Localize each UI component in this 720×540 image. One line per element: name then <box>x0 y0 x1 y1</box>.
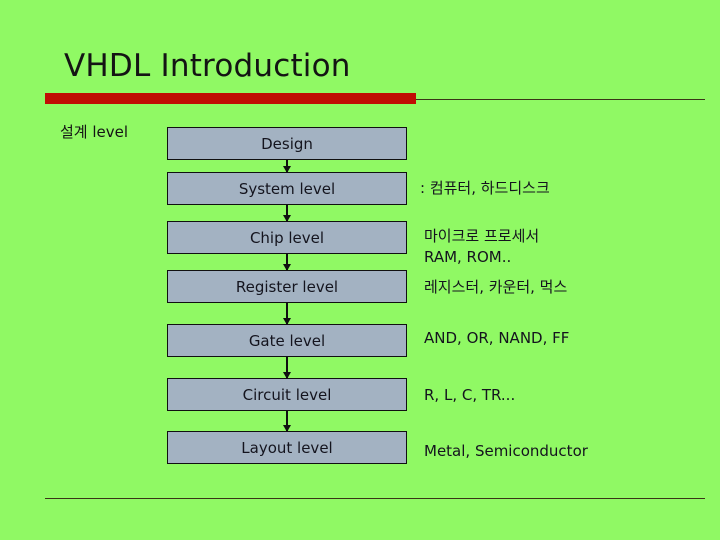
flow-box-register-level[interactable]: Register level <box>167 270 407 303</box>
flow-arrow-down-icon <box>283 160 291 173</box>
annotation-chip-level-line1: 마이크로 프로세서 <box>424 227 540 245</box>
flow-arrow-down-icon <box>283 411 291 432</box>
title-accent-bar <box>45 93 416 104</box>
annotation-register-level: 레지스터, 카운터, 먹스 <box>424 278 568 296</box>
annotation-layout-level: Metal, Semiconductor <box>424 442 588 460</box>
flow-box-label: Design <box>261 134 313 153</box>
flow-arrow-down-icon <box>283 357 291 379</box>
page-title: VHDL Introduction <box>64 48 351 84</box>
slide-canvas: VHDL Introduction 설계 level Design System… <box>0 0 720 540</box>
flow-arrow-down-icon <box>283 254 291 271</box>
flow-box-label: Chip level <box>249 228 325 247</box>
flow-box-label: System level <box>238 179 336 198</box>
flow-arrow-down-icon <box>283 205 291 222</box>
annotation-gate-level: AND, OR, NAND, FF <box>424 329 570 347</box>
annotation-circuit-level: R, L, C, TR... <box>424 386 516 404</box>
flow-box-design[interactable]: Design <box>167 127 407 160</box>
flow-box-label: Gate level <box>248 331 326 350</box>
flow-box-label: Circuit level <box>242 385 332 404</box>
bottom-rule <box>45 498 705 499</box>
annotation-system-level: : 컴퓨터, 하드디스크 <box>420 179 550 197</box>
flow-box-layout-level[interactable]: Layout level <box>167 431 407 464</box>
flow-box-circuit-level[interactable]: Circuit level <box>167 378 407 411</box>
flow-arrow-down-icon <box>283 303 291 325</box>
flow-box-label: Register level <box>235 277 339 296</box>
flow-box-gate-level[interactable]: Gate level <box>167 324 407 357</box>
flow-box-system-level[interactable]: System level <box>167 172 407 205</box>
flow-box-chip-level[interactable]: Chip level <box>167 221 407 254</box>
left-caption-label: 설계 level <box>60 123 129 141</box>
flow-box-label: Layout level <box>241 438 333 457</box>
annotation-chip-level-line2: RAM, ROM.. <box>424 248 512 266</box>
